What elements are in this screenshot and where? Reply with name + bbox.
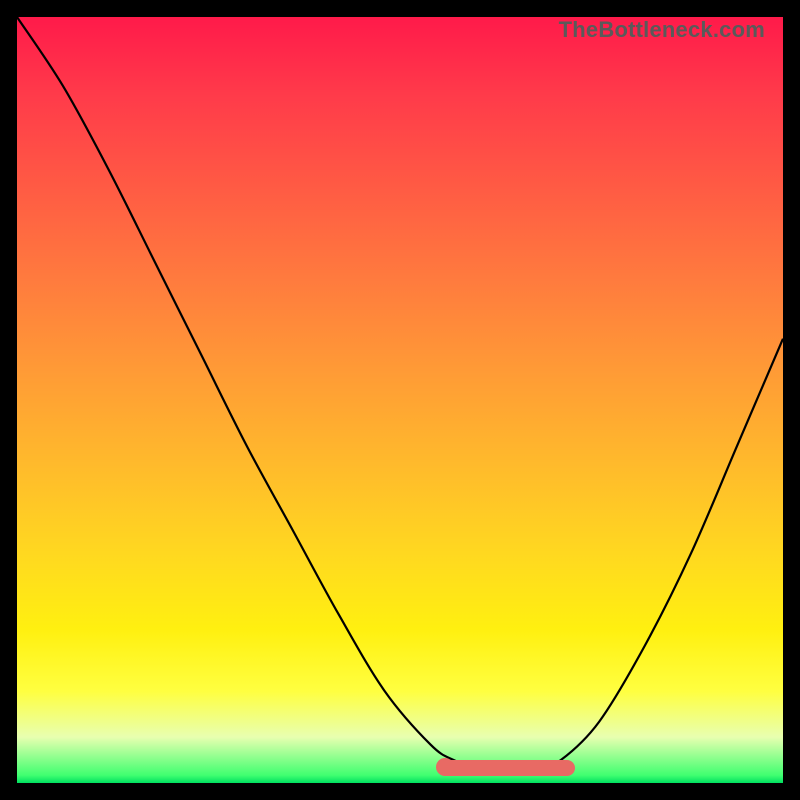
chart-container: TheBottleneck.com (0, 0, 800, 800)
optimal-range-marker (440, 760, 575, 776)
plot-area: TheBottleneck.com (17, 17, 783, 783)
bottleneck-curve-path (17, 17, 783, 768)
curve-svg (17, 17, 783, 783)
optimal-range-start-dot (436, 758, 454, 776)
